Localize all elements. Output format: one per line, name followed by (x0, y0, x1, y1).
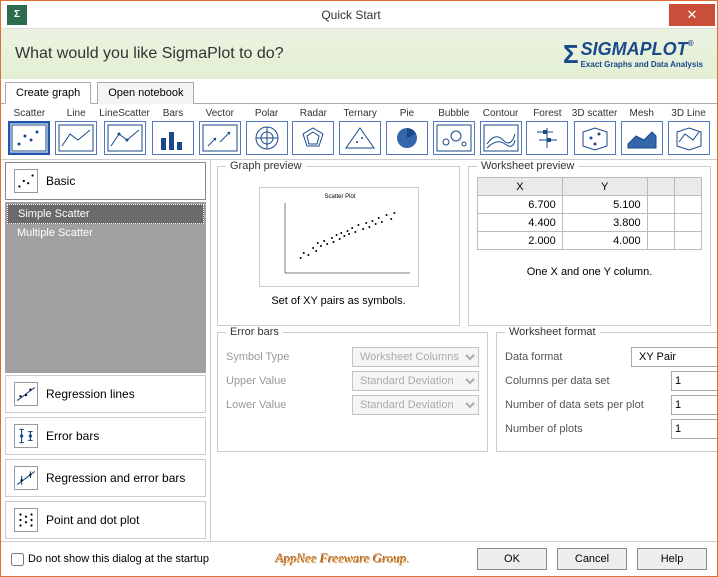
reg-err-icon (14, 466, 38, 490)
linescatter-icon (104, 121, 146, 155)
wsformat-title: Worksheet format (505, 326, 600, 338)
tab-create-graph[interactable]: Create graph (5, 82, 91, 104)
graphtype-scatter[interactable]: Scatter (7, 108, 52, 155)
columns-per-set-input[interactable] (671, 371, 717, 391)
graphtype-linescatter[interactable]: LineScatter (101, 108, 149, 155)
category-basic[interactable]: Basic (5, 162, 206, 200)
dont-show-label: Do not show this dialog at the startup (28, 553, 209, 565)
upper-value-select: Standard Deviation (352, 371, 479, 391)
header-question: What would you like SigmaPlot to do? (15, 45, 284, 63)
worksheet-table: XY 6.7005.100 4.4003.800 2.0004.000 (477, 177, 702, 250)
data-format-select[interactable]: XY Pair (631, 347, 717, 367)
graphtype-radar[interactable]: Radar (291, 108, 336, 155)
ok-button[interactable]: OK (477, 548, 547, 570)
graphtype-forest[interactable]: Forest (525, 108, 570, 155)
graphtype-polar[interactable]: Polar (244, 108, 289, 155)
subitem-simple-scatter[interactable]: Simple Scatter (7, 204, 204, 224)
category-errorbars[interactable]: Error bars (5, 417, 206, 455)
window-title: Quick Start (33, 8, 669, 22)
radar-icon (292, 121, 334, 155)
scatter-icon (8, 121, 50, 155)
basic-icon (14, 169, 38, 193)
ternary-icon (339, 121, 381, 155)
errorbars-title: Error bars (226, 326, 283, 338)
graphtype-mesh[interactable]: Mesh (619, 108, 664, 155)
graphtype-pie[interactable]: Pie (385, 108, 430, 155)
vector-icon (199, 121, 241, 155)
graphtype-ternary[interactable]: Ternary (338, 108, 383, 155)
lower-value-select: Standard Deviation (352, 395, 479, 415)
forest-icon (526, 121, 568, 155)
pointdot-icon (14, 508, 38, 532)
graphtype-bars[interactable]: Bars (151, 108, 196, 155)
tab-open-notebook[interactable]: Open notebook (97, 82, 194, 104)
subitem-multiple-scatter[interactable]: Multiple Scatter (7, 224, 204, 242)
graph-preview-desc: Set of XY pairs as symbols. (271, 295, 405, 307)
line-icon (55, 121, 97, 155)
graphtype-vector[interactable]: Vector (197, 108, 242, 155)
dont-show-checkbox[interactable] (11, 553, 24, 566)
bars-icon (152, 121, 194, 155)
app-icon: Σ (7, 5, 27, 25)
watermark: AppNee Freeware Group. (219, 551, 467, 567)
sigmaplot-logo: Σ SIGMAPLOT® Exact Graphs and Data Analy… (563, 39, 703, 70)
graph-preview-image: Scatter Plot (259, 187, 419, 287)
sets-per-plot-input[interactable] (671, 395, 717, 415)
graphtype-3d-line[interactable]: 3D Line (666, 108, 711, 155)
symbol-type-select: Worksheet Columns (352, 347, 479, 367)
graphtype-line[interactable]: Line (54, 108, 99, 155)
close-button[interactable]: ✕ (669, 4, 715, 26)
graphtype-3d-scatter[interactable]: 3D scatter (572, 108, 618, 155)
graph-preview-title: Graph preview (226, 160, 306, 172)
polar-icon (246, 121, 288, 155)
3d-line-icon (668, 121, 710, 155)
graphtype-contour[interactable]: Contour (478, 108, 523, 155)
worksheet-preview-desc: One X and one Y column. (527, 266, 653, 278)
sigma-icon: Σ (563, 39, 579, 70)
svg-text:Scatter Plot: Scatter Plot (324, 194, 355, 200)
mesh-icon (621, 121, 663, 155)
cancel-button[interactable]: Cancel (557, 548, 627, 570)
regression-icon (14, 382, 38, 406)
graphtype-bubble[interactable]: Bubble (431, 108, 476, 155)
number-of-plots-input[interactable] (671, 419, 717, 439)
category-point-dot[interactable]: Point and dot plot (5, 501, 206, 539)
3d-scatter-icon (574, 121, 616, 155)
pie-icon (386, 121, 428, 155)
category-regression-errorbars[interactable]: Regression and error bars (5, 459, 206, 497)
contour-icon (480, 121, 522, 155)
errorbars-icon (14, 424, 38, 448)
worksheet-preview-title: Worksheet preview (477, 160, 578, 172)
bubble-icon (433, 121, 475, 155)
category-regression[interactable]: Regression lines (5, 375, 206, 413)
help-button[interactable]: Help (637, 548, 707, 570)
